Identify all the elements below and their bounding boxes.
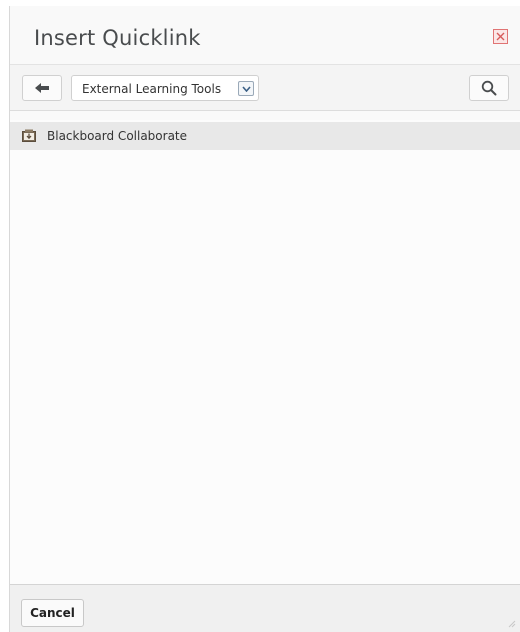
search-icon <box>481 80 497 96</box>
arrow-left-icon <box>35 83 49 93</box>
chevron-down-icon[interactable] <box>238 81 254 96</box>
close-icon <box>496 32 505 41</box>
quicklink-list: Blackboard Collaborate <box>10 120 520 584</box>
list-item-label: Blackboard Collaborate <box>47 129 188 143</box>
category-select[interactable]: External Learning Tools <box>71 75 259 101</box>
launch-tool-icon <box>22 129 36 142</box>
insert-quicklink-dialog: Insert Quicklink External Learning Tools <box>9 6 520 632</box>
dialog-toolbar: External Learning Tools <box>10 64 520 111</box>
cancel-button[interactable]: Cancel <box>21 599 84 627</box>
resize-grip-icon[interactable] <box>508 620 516 628</box>
dialog-title: Insert Quicklink <box>34 26 201 50</box>
category-select-value: External Learning Tools <box>82 82 222 96</box>
close-button[interactable] <box>493 29 508 44</box>
dialog-titlebar: Insert Quicklink <box>10 6 520 64</box>
dialog-footer: Cancel <box>10 584 520 632</box>
search-button[interactable] <box>469 75 509 101</box>
back-button[interactable] <box>22 75 62 101</box>
list-item[interactable]: Blackboard Collaborate <box>10 122 520 150</box>
